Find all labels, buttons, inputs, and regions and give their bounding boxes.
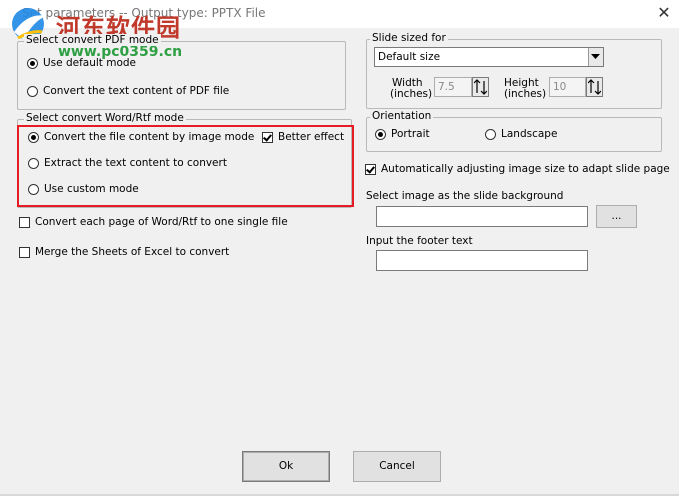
better-effect-label[interactable]: Better effect <box>278 131 344 143</box>
footer-text-label: Input the footer text <box>366 235 473 247</box>
background-image-field[interactable] <box>376 206 588 227</box>
radio-pdf-text-mode-label[interactable]: Convert the text content of PDF file <box>43 85 229 97</box>
slide-size-legend: Slide sized for <box>370 32 448 44</box>
radio-word-custom-mode[interactable] <box>28 184 39 195</box>
radio-word-custom-mode-label[interactable]: Use custom mode <box>44 183 139 195</box>
radio-word-image-mode-label[interactable]: Convert the file content by image mode <box>44 131 254 143</box>
chevron-down-icon <box>591 54 600 59</box>
single-file-checkbox[interactable] <box>19 217 30 228</box>
radio-portrait-label[interactable]: Portrait <box>391 128 430 140</box>
spinner-arrows-icon <box>474 79 487 95</box>
browse-button[interactable]: ... <box>596 205 637 228</box>
auto-adjust-checkbox[interactable] <box>365 164 376 175</box>
background-image-label: Select image as the slide background <box>366 190 564 202</box>
word-mode-legend: Select convert Word/Rtf mode <box>24 112 186 124</box>
radio-landscape-label[interactable]: Landscape <box>501 128 557 140</box>
radio-pdf-default-mode[interactable] <box>27 58 38 69</box>
ok-button[interactable]: Ok <box>242 451 330 482</box>
footer-text-field[interactable] <box>376 250 588 271</box>
single-file-label[interactable]: Convert each page of Word/Rtf to one sin… <box>35 216 288 228</box>
close-icon[interactable]: ✕ <box>654 3 674 23</box>
spinner-arrows-icon <box>588 79 601 95</box>
pdf-mode-group <box>17 41 346 110</box>
radio-portrait[interactable] <box>375 129 386 140</box>
pdf-mode-legend: Select convert PDF mode <box>24 34 161 46</box>
better-effect-checkbox[interactable] <box>262 132 273 143</box>
auto-adjust-label[interactable]: Automatically adjusting image size to ad… <box>381 163 670 175</box>
height-input[interactable]: 10 <box>549 77 586 97</box>
width-unit-label: (inches) <box>390 88 433 100</box>
radio-word-extract-text-label[interactable]: Extract the text content to convert <box>44 157 227 169</box>
slide-size-select-value: Default size <box>378 51 441 63</box>
radio-pdf-text-mode[interactable] <box>27 86 38 97</box>
orientation-legend: Orientation <box>370 110 434 122</box>
radio-word-image-mode[interactable] <box>28 132 39 143</box>
radio-word-extract-text[interactable] <box>28 158 39 169</box>
cancel-button[interactable]: Cancel <box>353 451 441 482</box>
height-unit-label: (inches) <box>504 88 547 100</box>
radio-landscape[interactable] <box>485 129 496 140</box>
width-input[interactable]: 7.5 <box>434 77 472 97</box>
merge-sheets-label[interactable]: Merge the Sheets of Excel to convert <box>35 246 229 258</box>
merge-sheets-checkbox[interactable] <box>19 247 30 258</box>
radio-pdf-default-mode-label[interactable]: Use default mode <box>43 57 136 69</box>
